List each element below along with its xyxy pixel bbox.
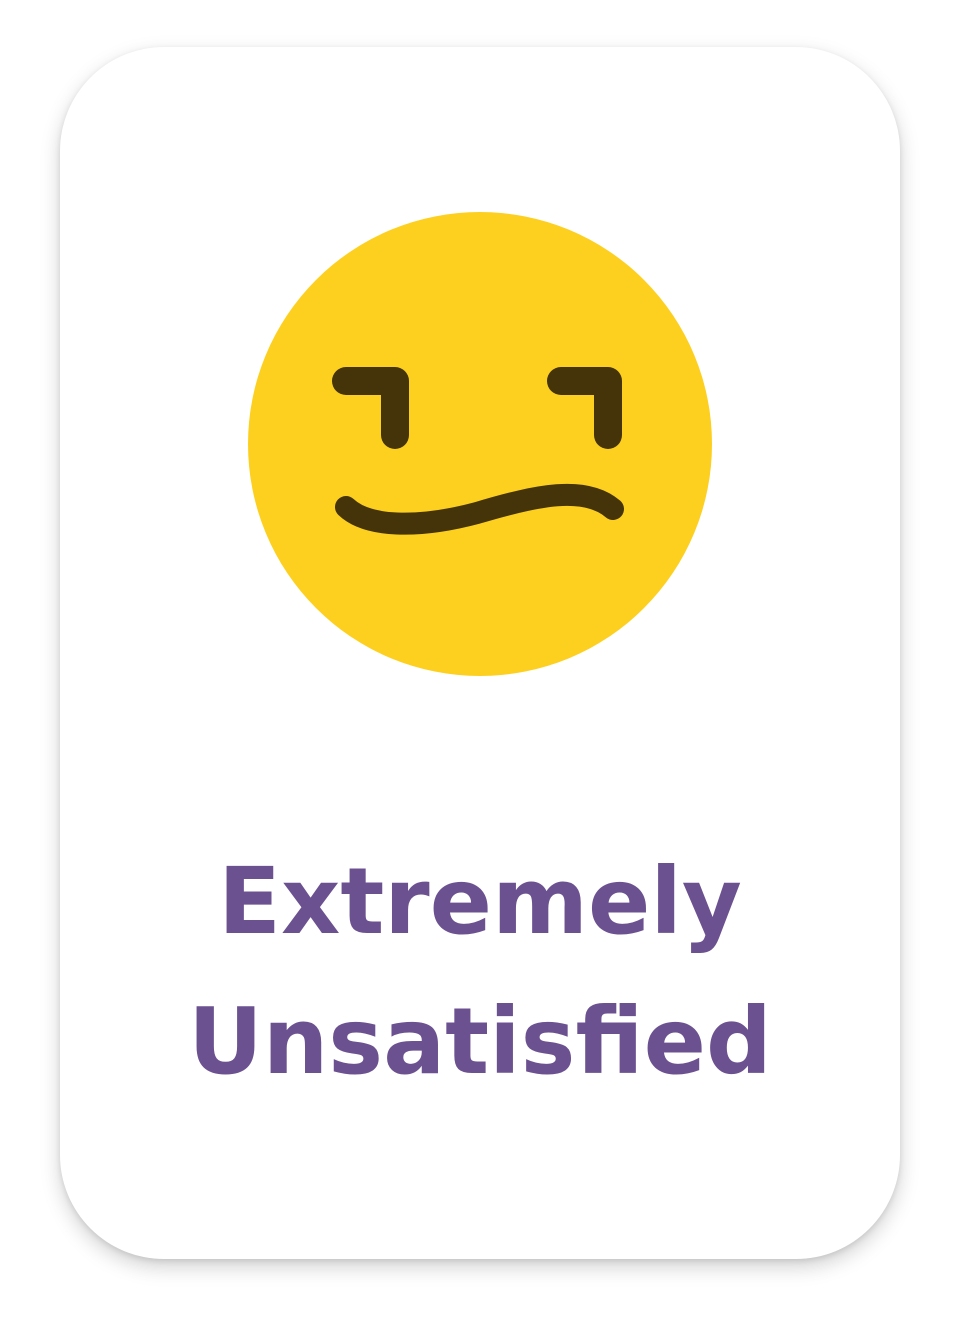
rating-label: Extremely Unsatisfied bbox=[60, 832, 900, 1112]
unsatisfied-face-icon bbox=[247, 211, 713, 677]
rating-card[interactable]: Extremely Unsatisfied bbox=[60, 47, 900, 1259]
face-circle bbox=[248, 212, 712, 676]
rating-label-line-1: Extremely bbox=[218, 848, 742, 955]
page: Extremely Unsatisfied bbox=[0, 0, 960, 1332]
rating-label-line-2: Unsatisfied bbox=[188, 988, 772, 1095]
